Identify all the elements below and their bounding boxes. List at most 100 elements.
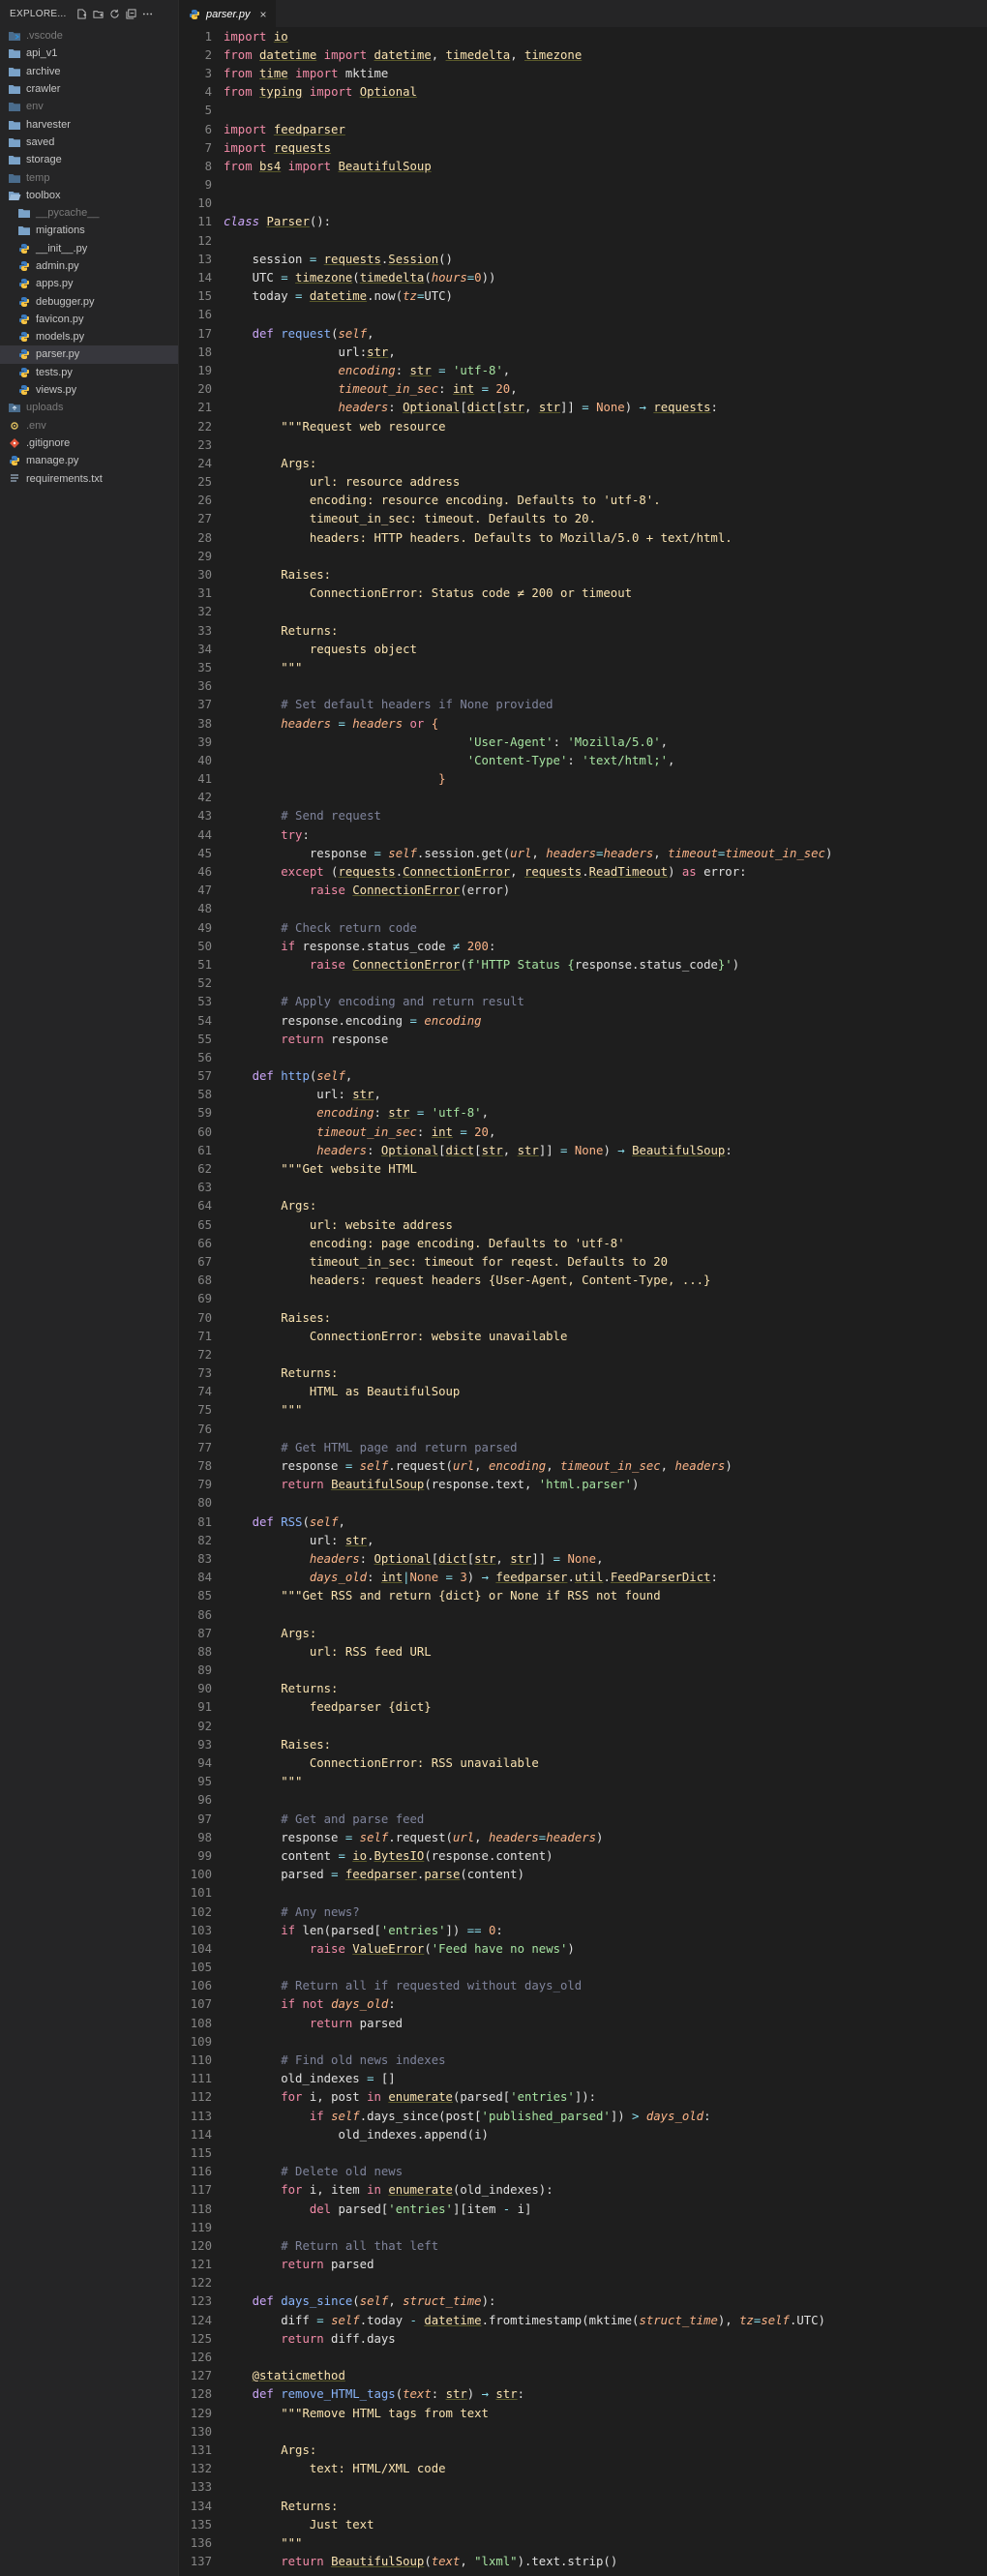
code-line: 70 Raises:	[179, 1308, 987, 1327]
tab-parser-py[interactable]: parser.py ×	[179, 0, 277, 27]
code-token: :	[367, 1571, 381, 1585]
new-file-icon[interactable]	[76, 8, 87, 19]
code-line: 132 text: HTML/XML code	[179, 2460, 987, 2478]
code-token: headers	[352, 716, 404, 731]
code-token: import	[224, 29, 267, 44]
tree-item[interactable]: .vscode	[0, 27, 178, 45]
code-token: HTML as BeautifulSoup	[309, 1385, 461, 1399]
new-folder-icon[interactable]	[93, 9, 104, 19]
tree-item[interactable]: temp	[0, 168, 178, 186]
tree-item[interactable]: archive	[0, 63, 178, 80]
tree-item[interactable]: apps.py	[0, 275, 178, 292]
tree-item[interactable]: views.py	[0, 381, 178, 399]
tree-item[interactable]: admin.py	[0, 257, 178, 275]
line-number: 83	[197, 1551, 212, 1566]
code-token: 'User-Agent'	[466, 734, 553, 749]
tree-item[interactable]: debugger.py	[0, 292, 178, 310]
code-token: ,	[344, 1069, 353, 1084]
code-line: 99 content = io.BytesIO(response.content…	[179, 1846, 987, 1865]
code-text: url: str,	[224, 1534, 987, 1547]
tree-item[interactable]: tests.py	[0, 364, 178, 381]
line-number: 136	[190, 2535, 212, 2550]
tree-item[interactable]: toolbox	[0, 187, 178, 204]
code-token: :	[416, 1124, 432, 1139]
code-text: Raises:	[224, 568, 987, 582]
code-token: for	[281, 2090, 303, 2105]
tab-close-button[interactable]: ×	[259, 8, 266, 21]
tree-item-label: .vscode	[26, 30, 63, 43]
code-line: 63	[179, 1179, 987, 1197]
line-number: 47	[197, 884, 212, 898]
python-file-icon	[17, 243, 31, 255]
line-number: 57	[197, 1069, 212, 1084]
tree-item[interactable]: requirements.txt	[0, 469, 178, 487]
tree-item[interactable]: api_v1	[0, 45, 178, 62]
tree-item-label: debugger.py	[36, 295, 95, 308]
folder-icon	[8, 119, 21, 131]
line-number: 103	[190, 1923, 212, 1937]
code-line: 82 url: str,	[179, 1531, 987, 1549]
line-number: 56	[197, 1050, 212, 1064]
code-token: =	[281, 271, 288, 285]
code-token: ValueError	[352, 1941, 425, 1956]
code-token: headers	[338, 401, 389, 415]
tree-item[interactable]: crawler	[0, 80, 178, 98]
code-text: if len(parsed['entries']) == 0:	[224, 1924, 987, 1937]
line-number: 127	[190, 2369, 212, 2383]
code-token: str	[538, 401, 561, 415]
code-token: url	[338, 344, 360, 359]
code-line: 94 ConnectionError: RSS unavailable	[179, 1753, 987, 1772]
code-token: raise	[309, 884, 345, 898]
tree-item[interactable]: harvester	[0, 115, 178, 133]
line-number: 101	[190, 1886, 212, 1901]
code-token: ConnectionError	[352, 957, 461, 972]
code-line: 129 """Remove HTML tags from text	[179, 2404, 987, 2422]
line-number: 87	[197, 1626, 212, 1640]
tree-item[interactable]: __pycache__	[0, 204, 178, 222]
refresh-icon[interactable]	[109, 9, 120, 19]
code-token: ,	[388, 2294, 404, 2309]
tree-item-label: crawler	[26, 83, 61, 96]
code-text: timeout_in_sec: int = 20,	[224, 1125, 987, 1139]
line-number: 46	[197, 865, 212, 880]
code-token: headers: HTTP headers. Defaults to Mozil…	[309, 530, 733, 545]
folder-icon	[8, 136, 21, 148]
code-editor[interactable]: 1 import io 2 from datetime import datetime…	[179, 27, 987, 2571]
code-token: )	[466, 2387, 482, 2402]
tree-item[interactable]: manage.py	[0, 452, 178, 469]
code-text: # Delete old news	[224, 2165, 987, 2178]
tree-item[interactable]: saved	[0, 134, 178, 151]
code-token: url: resource address	[309, 475, 461, 490]
code-text: encoding: str = 'utf-8',	[224, 364, 987, 377]
code-line: 77 # Get HTML page and return parsed	[179, 1438, 987, 1456]
more-icon[interactable]	[142, 9, 153, 19]
tree-item-label: api_v1	[26, 47, 58, 60]
tree-item[interactable]: __init__.py	[0, 240, 178, 257]
code-text: Args:	[224, 2443, 987, 2457]
collapse-icon[interactable]	[126, 8, 136, 19]
tree-item[interactable]: parser.py	[0, 345, 178, 364]
tree-item[interactable]: migrations	[0, 222, 178, 239]
tree-item[interactable]: .env	[0, 417, 178, 434]
tree-item[interactable]: storage	[0, 151, 178, 168]
code-token: headers	[309, 1551, 360, 1566]
code-token: """Get website HTML	[281, 1162, 417, 1177]
python-file-icon	[17, 348, 31, 360]
code-token: headers	[674, 1459, 726, 1474]
tree-item[interactable]: models.py	[0, 328, 178, 345]
tree-item[interactable]: env	[0, 98, 178, 115]
code-line: 31 ConnectionError: Status code ≠ 200 or…	[179, 584, 987, 603]
code-token: ),	[717, 2313, 740, 2327]
code-line: 2 from datetime import datetime, timedelt…	[179, 45, 987, 64]
tree-item[interactable]: favicon.py	[0, 311, 178, 328]
code-token: class	[224, 215, 260, 229]
tree-item[interactable]: uploads	[0, 399, 178, 416]
code-line: 113 if self.days_since(post['published_p…	[179, 2107, 987, 2125]
tree-item[interactable]: .gitignore	[0, 434, 178, 452]
